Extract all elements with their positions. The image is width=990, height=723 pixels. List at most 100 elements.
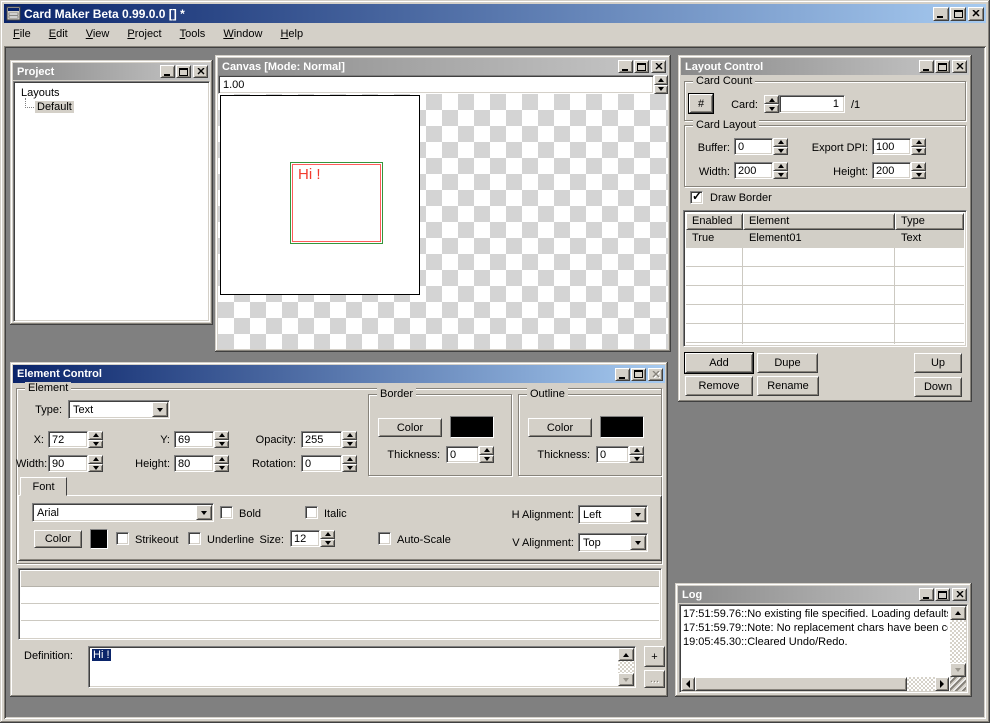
resize-grip[interactable] — [950, 677, 966, 691]
buffer-value[interactable]: 0 — [734, 138, 773, 155]
h-alignment-select[interactable]: Left — [578, 505, 648, 524]
export-dpi-up-button[interactable] — [911, 138, 926, 147]
width-down-button[interactable] — [773, 171, 788, 180]
definition-more-button[interactable]: ... — [644, 670, 665, 688]
card-up-button[interactable] — [764, 95, 779, 104]
el-width-up-button[interactable] — [88, 455, 103, 464]
scroll-down-button[interactable] — [618, 673, 634, 686]
main-title-bar[interactable]: Card Maker Beta 0.99.0.0 [] * — [4, 4, 986, 23]
close-button[interactable] — [968, 7, 984, 21]
scroll-down-button[interactable] — [950, 663, 966, 677]
element-control-title-bar[interactable]: Element Control — [13, 365, 665, 383]
menu-view[interactable]: View — [77, 25, 119, 44]
scroll-up-button[interactable] — [950, 606, 966, 620]
project-close-button[interactable] — [193, 65, 208, 78]
layout-minimize-button[interactable] — [919, 60, 934, 73]
outline-color-button[interactable]: Color — [528, 418, 592, 437]
font-color-button[interactable]: Color — [34, 530, 82, 548]
canvas-maximize-button[interactable] — [634, 60, 649, 73]
element-minimize-button[interactable] — [615, 368, 630, 381]
menu-edit[interactable]: Edit — [40, 25, 77, 44]
add-button[interactable]: Add — [685, 353, 753, 373]
project-title-bar[interactable]: Project — [13, 63, 210, 80]
definition-scrollbar[interactable] — [618, 648, 634, 686]
font-tab[interactable]: Font — [20, 477, 67, 496]
border-thickness-value[interactable]: 0 — [446, 446, 479, 463]
zoom-input[interactable]: 1.00 — [218, 75, 654, 94]
log-vertical-scrollbar[interactable] — [950, 606, 966, 677]
card-value[interactable]: 1 — [779, 95, 845, 113]
auto-scale-checkbox[interactable] — [378, 532, 391, 545]
buffer-up-button[interactable] — [773, 138, 788, 147]
x-up-button[interactable] — [88, 431, 103, 440]
height-down-button[interactable] — [911, 171, 926, 180]
el-width-value[interactable]: 90 — [48, 455, 88, 472]
layout-close-button[interactable] — [952, 60, 967, 73]
bold-checkbox[interactable] — [220, 506, 233, 519]
zoom-down-button[interactable] — [654, 85, 668, 95]
scroll-right-button[interactable] — [935, 677, 949, 691]
card-element[interactable]: Hi ! — [290, 162, 383, 244]
el-height-up-button[interactable] — [214, 455, 229, 464]
size-value[interactable]: 12 — [290, 530, 320, 547]
project-minimize-button[interactable] — [160, 65, 175, 78]
column-header-type[interactable]: Type — [895, 213, 964, 230]
border-thickness-up-button[interactable] — [479, 446, 494, 455]
table-row[interactable]: True Element01 Text — [686, 230, 964, 248]
layout-control-title-bar[interactable]: Layout Control — [681, 58, 969, 75]
rotation-down-button[interactable] — [342, 464, 357, 473]
font-family-select[interactable]: Arial — [32, 503, 214, 522]
outline-thickness-up-button[interactable] — [629, 446, 644, 455]
export-dpi-value[interactable]: 100 — [872, 138, 911, 155]
menu-project[interactable]: Project — [118, 25, 170, 44]
log-title-bar[interactable]: Log — [678, 586, 969, 603]
card-preview[interactable]: Hi ! — [220, 95, 420, 295]
opacity-value[interactable]: 255 — [301, 431, 342, 448]
width-up-button[interactable] — [773, 162, 788, 171]
log-horizontal-scrollbar[interactable] — [681, 677, 949, 691]
el-height-value[interactable]: 80 — [174, 455, 214, 472]
x-value[interactable]: 72 — [48, 431, 88, 448]
menu-window[interactable]: Window — [214, 25, 271, 44]
definition-grid[interactable] — [18, 568, 662, 640]
el-width-down-button[interactable] — [88, 464, 103, 473]
outline-thickness-value[interactable]: 0 — [596, 446, 629, 463]
y-value[interactable]: 69 — [174, 431, 214, 448]
layout-maximize-button[interactable] — [935, 60, 950, 73]
el-height-down-button[interactable] — [214, 464, 229, 473]
log-list[interactable]: 17:51:59.76::No existing file specified.… — [679, 604, 968, 693]
up-button[interactable]: Up — [914, 353, 962, 373]
scrollbar-thumb[interactable] — [695, 677, 907, 691]
rotation-value[interactable]: 0 — [301, 455, 342, 472]
export-dpi-down-button[interactable] — [911, 147, 926, 156]
dropdown-button[interactable] — [630, 507, 646, 522]
zoom-up-button[interactable] — [654, 75, 668, 85]
project-maximize-button[interactable] — [176, 65, 191, 78]
canvas-close-button[interactable] — [651, 60, 666, 73]
column-header-element[interactable]: Element — [743, 213, 895, 230]
rotation-up-button[interactable] — [342, 455, 357, 464]
buffer-down-button[interactable] — [773, 147, 788, 156]
draw-border-checkbox[interactable] — [690, 191, 703, 204]
height-value[interactable]: 200 — [872, 162, 911, 179]
x-down-button[interactable] — [88, 440, 103, 449]
menu-tools[interactable]: Tools — [171, 25, 215, 44]
italic-checkbox[interactable] — [305, 506, 318, 519]
log-maximize-button[interactable] — [935, 588, 950, 601]
scrollbar-track[interactable] — [618, 661, 634, 673]
tree-item-default[interactable]: Default — [35, 101, 74, 113]
maximize-button[interactable] — [950, 7, 966, 21]
dropdown-button[interactable] — [630, 535, 646, 550]
dropdown-button[interactable] — [196, 505, 212, 520]
border-thickness-down-button[interactable] — [479, 455, 494, 464]
opacity-up-button[interactable] — [342, 431, 357, 440]
scroll-up-button[interactable] — [618, 648, 634, 661]
type-select[interactable]: Text — [68, 400, 170, 419]
dupe-button[interactable]: Dupe — [757, 353, 818, 373]
log-minimize-button[interactable] — [919, 588, 934, 601]
element-maximize-button[interactable] — [631, 368, 646, 381]
y-down-button[interactable] — [214, 440, 229, 449]
size-up-button[interactable] — [320, 530, 335, 539]
definition-textarea[interactable]: Hi ! — [88, 646, 636, 688]
y-up-button[interactable] — [214, 431, 229, 440]
